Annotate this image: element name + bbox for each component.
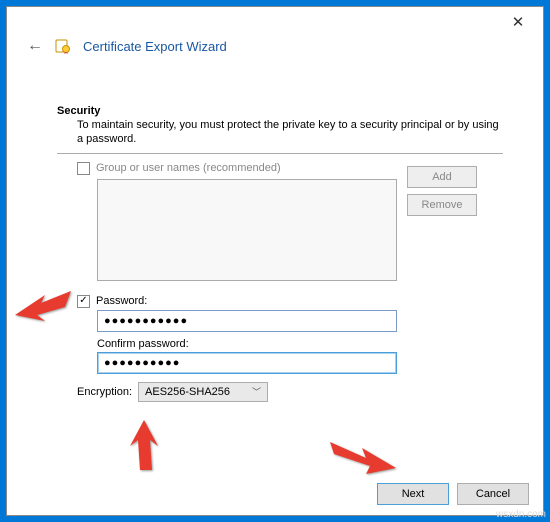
password-checkbox[interactable]: ✓ xyxy=(77,295,90,308)
encryption-value: AES256-SHA256 xyxy=(145,386,230,398)
wizard-title: Certificate Export Wizard xyxy=(83,39,227,54)
group-names-listbox xyxy=(97,179,397,281)
remove-button[interactable]: Remove xyxy=(407,194,477,216)
security-description: To maintain security, you must protect t… xyxy=(57,117,503,151)
next-button[interactable]: Next xyxy=(377,483,449,505)
certificate-icon xyxy=(55,38,71,54)
chevron-down-icon: ﹀ xyxy=(252,385,261,398)
back-arrow-icon[interactable]: ← xyxy=(27,37,43,55)
annotation-arrow-icon xyxy=(330,432,400,482)
confirm-password-label: Confirm password: xyxy=(77,338,503,350)
divider xyxy=(57,153,503,154)
encryption-dropdown[interactable]: AES256-SHA256 ﹀ xyxy=(138,382,268,402)
add-button[interactable]: Add xyxy=(407,166,477,188)
annotation-arrow-icon xyxy=(15,285,75,325)
security-heading: Security xyxy=(57,105,503,117)
title-bar: ✕ xyxy=(7,7,543,37)
annotation-arrow-icon xyxy=(120,420,170,470)
group-names-label: Group or user names (recommended) xyxy=(96,162,281,174)
password-input[interactable] xyxy=(97,310,397,332)
password-label: Password: xyxy=(96,295,147,307)
watermark: wsxdn.com xyxy=(496,509,546,520)
group-names-checkbox[interactable] xyxy=(77,162,90,175)
encryption-label: Encryption: xyxy=(77,386,132,398)
close-icon[interactable]: ✕ xyxy=(503,13,533,31)
confirm-password-input[interactable] xyxy=(97,352,397,374)
cancel-button[interactable]: Cancel xyxy=(457,483,529,505)
